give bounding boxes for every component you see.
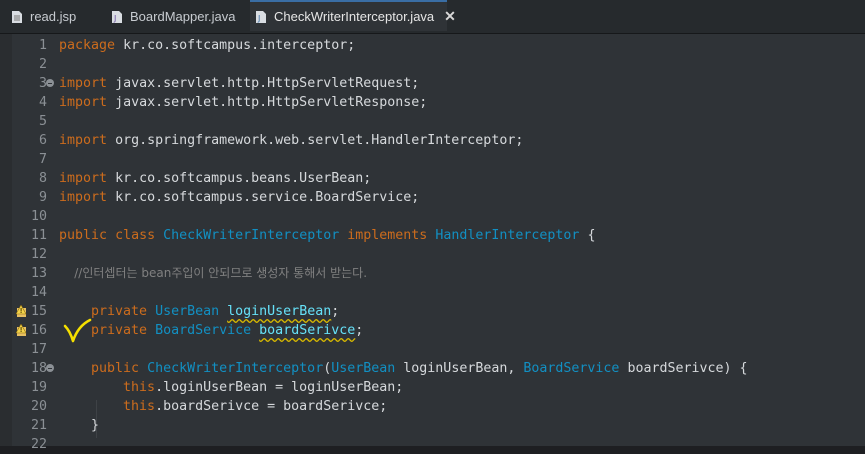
code-line[interactable]: 18 public CheckWriterInterceptor(UserBea… <box>0 359 865 378</box>
line-number: 13 <box>30 266 47 281</box>
line-number: 14 <box>30 285 47 300</box>
code-line[interactable]: 16 private BoardService boardSerivce; <box>0 321 865 340</box>
interface-file-icon: J <box>112 10 122 23</box>
line-number: 1 <box>38 38 47 53</box>
tab-label: read.jsp <box>30 9 77 24</box>
line-number: 8 <box>38 171 47 186</box>
warning-marker-icon[interactable] <box>15 323 29 337</box>
code-text: import javax.servlet.http.HttpServletReq… <box>59 76 420 91</box>
line-number: 20 <box>30 399 47 414</box>
code-text: this.boardSerivce = boardSerivce; <box>59 399 388 414</box>
tab-check-writer-interceptor[interactable]: J CheckWriterInterceptor.java ✕ <box>250 0 456 31</box>
code-line[interactable]: 6 import org.springframework.web.servlet.… <box>0 131 865 150</box>
line-number: 11 <box>30 228 47 243</box>
tab-label: BoardMapper.java <box>130 9 236 24</box>
line-number: 2 <box>38 57 47 72</box>
code-text: import javax.servlet.http.HttpServletRes… <box>59 95 428 110</box>
close-icon[interactable]: ✕ <box>444 8 456 25</box>
code-line[interactable]: 10 <box>0 207 865 226</box>
code-line[interactable]: 2 <box>0 55 865 74</box>
code-text: import kr.co.softcampus.beans.UserBean; <box>59 171 372 186</box>
code-line[interactable]: 13 //인터셉터는 bean주입이 안되므로 생성자 통해서 받는다. <box>0 264 865 283</box>
checkmark-annotation-icon <box>63 318 92 343</box>
code-line[interactable]: 22 <box>0 435 865 454</box>
line-number: 9 <box>38 190 47 205</box>
code-line[interactable]: 8 import kr.co.softcampus.beans.UserBean; <box>0 169 865 188</box>
code-line[interactable]: 7 <box>0 150 865 169</box>
line-number: 5 <box>38 114 47 129</box>
code-line[interactable]: 15 private UserBean loginUserBean; <box>0 302 865 321</box>
tab-label: CheckWriterInterceptor.java <box>274 9 435 24</box>
code-text: //인터셉터는 bean주입이 안되므로 생성자 통해서 받는다. <box>59 266 368 280</box>
code-line[interactable]: 3 import javax.servlet.http.HttpServletRe… <box>0 74 865 93</box>
file-icon <box>12 10 22 23</box>
line-number: 17 <box>30 342 47 357</box>
code-text: this.loginUserBean = loginUserBean; <box>59 380 404 395</box>
svg-text:J: J <box>113 14 116 23</box>
fold-toggle-icon[interactable] <box>46 79 54 87</box>
code-text: public CheckWriterInterceptor(UserBean l… <box>59 361 748 376</box>
code-line[interactable]: 21 } <box>0 416 865 435</box>
code-line[interactable]: 12 <box>0 245 865 264</box>
code-text: import org.springframework.web.servlet.H… <box>59 133 524 148</box>
code-editor[interactable]: 1 package kr.co.softcampus.interceptor; 2 3… <box>0 34 865 452</box>
line-number: 22 <box>30 437 47 452</box>
code-line[interactable]: 11 public class CheckWriterInterceptor im… <box>0 226 865 245</box>
java-file-icon: J <box>256 10 266 23</box>
code-line[interactable]: 9 import kr.co.softcampus.service.BoardSe… <box>0 188 865 207</box>
svg-text:J: J <box>257 14 260 23</box>
code-line[interactable]: 5 <box>0 112 865 131</box>
code-line[interactable]: 19 this.loginUserBean = loginUserBean; <box>0 378 865 397</box>
code-text: private UserBean loginUserBean; <box>59 304 340 319</box>
code-text: import kr.co.softcampus.service.BoardSer… <box>59 190 420 205</box>
line-number: 7 <box>38 152 47 167</box>
code-line[interactable]: 4 import javax.servlet.http.HttpServletRe… <box>0 93 865 112</box>
tab-board-mapper[interactable]: J BoardMapper.java <box>112 0 250 33</box>
line-number: 18 <box>30 361 47 376</box>
fold-toggle-icon[interactable] <box>46 364 54 372</box>
line-number: 3 <box>38 76 47 91</box>
code-line[interactable]: 17 <box>0 340 865 359</box>
code-text: public class CheckWriterInterceptor impl… <box>59 228 596 243</box>
code-text: private BoardService boardSerivce; <box>59 323 364 338</box>
line-number: 21 <box>30 418 47 433</box>
editor-tab-bar: read.jsp J BoardMapper.java J CheckWrite… <box>0 0 865 34</box>
line-number: 10 <box>30 209 47 224</box>
warning-marker-icon[interactable] <box>15 304 29 318</box>
line-number: 4 <box>38 95 47 110</box>
line-number: 6 <box>38 133 47 148</box>
code-line[interactable]: 20 this.boardSerivce = boardSerivce; <box>0 397 865 416</box>
code-text: } <box>59 418 100 433</box>
code-line[interactable]: 1 package kr.co.softcampus.interceptor; <box>0 36 865 55</box>
code-text: package kr.co.softcampus.interceptor; <box>59 38 356 53</box>
line-number: 19 <box>30 380 47 395</box>
tab-read-jsp[interactable]: read.jsp <box>12 0 112 33</box>
code-line[interactable]: 14 <box>0 283 865 302</box>
line-number: 12 <box>30 247 47 262</box>
